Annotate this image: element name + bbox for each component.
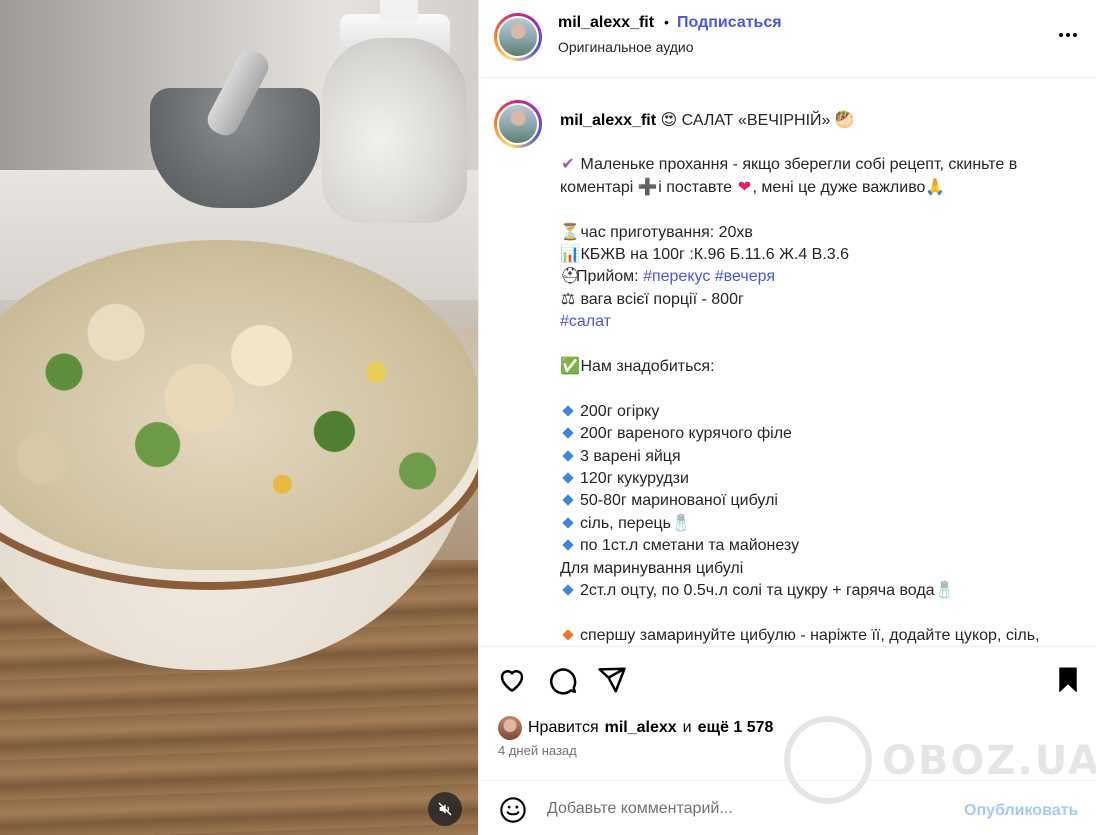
- audio-label[interactable]: Оригинальное аудио: [558, 39, 694, 55]
- caption-title: САЛАТ «ВЕЧІРНІЙ»: [681, 112, 831, 129]
- diamond-bullet-icon: [562, 449, 574, 462]
- caption-area: mil_alexx_fit 😍 САЛАТ «ВЕЧІРНІЙ» 🥙 ✔ Мал…: [479, 79, 1096, 645]
- wrap-emoji-icon: 🥙: [834, 112, 855, 129]
- photo-jar: [322, 38, 467, 223]
- hashtag-dinner[interactable]: #вечеря: [715, 268, 775, 285]
- likes-prefix: Нравится: [528, 719, 599, 736]
- likes-middle: и: [682, 719, 692, 736]
- action-bar: [479, 646, 1096, 710]
- ingredient-item: сіль, перець🧂: [560, 513, 1080, 535]
- chart-icon: 📊: [560, 246, 580, 264]
- post-photo[interactable]: [0, 0, 478, 835]
- heart-icon[interactable]: [497, 665, 527, 695]
- diamond-bullet-icon: [562, 472, 574, 484]
- hat-icon: ⛑: [560, 268, 581, 286]
- caption-text: mil_alexx_fit 😍 САЛАТ «ВЕЧІРНІЙ» 🥙 ✔ Мал…: [560, 110, 1080, 645]
- request-line-2c: , мені це дуже важливо: [752, 178, 926, 196]
- ingredient-item: 120г кукурудзи: [560, 468, 1080, 490]
- caption-username[interactable]: mil_alexx_fit: [560, 112, 656, 129]
- scale-icon: ⚖: [560, 290, 576, 308]
- photo-jar-top: [380, 0, 418, 20]
- likes-line: Нравится mil_alexx и ещё 1 578: [498, 716, 773, 740]
- comment-icon[interactable]: [548, 665, 578, 695]
- ingredient-item: по 1ст.л сметани та майонезу: [560, 535, 1080, 557]
- request-line-1: Маленьке прохання - якщо зберегли собі р…: [580, 156, 1018, 174]
- photo-salad: [0, 240, 478, 570]
- ingredient-item: 200г вареного курячого філе: [560, 423, 1080, 445]
- plus-icon: ➕: [637, 178, 658, 196]
- post-timestamp[interactable]: 4 дней назад: [498, 743, 577, 758]
- checkbox-icon: ✅: [560, 358, 580, 376]
- speaker-muted-icon: [438, 802, 452, 816]
- follow-button[interactable]: Подписаться: [677, 14, 782, 32]
- ingredient-item: 3 варені яйця: [560, 446, 1080, 468]
- orange-diamond-bullet-icon: [562, 629, 574, 641]
- request-line-2b: і поставте: [658, 178, 733, 196]
- heart-eyes-emoji-icon: 😍: [660, 112, 678, 129]
- bookmark-icon[interactable]: [1053, 665, 1083, 695]
- diamond-bullet-icon: [562, 494, 574, 507]
- author-username[interactable]: mil_alexx_fit: [558, 14, 654, 32]
- separator-dot: •: [664, 14, 669, 30]
- diamond-bullet-icon: [562, 539, 574, 551]
- hashtag-salad[interactable]: #салат: [560, 313, 611, 330]
- step-line: спершу замаринуйте цибулю - наріжте її, …: [580, 626, 1040, 644]
- ingredient-item: 50-80г маринованої цибулі: [560, 490, 1080, 512]
- liker-username[interactable]: mil_alexx: [605, 719, 677, 737]
- post-panel: mil_alexx_fit • Подписаться Оригинальное…: [478, 0, 1096, 835]
- post-header: mil_alexx_fit • Подписаться Оригинальное…: [479, 0, 1096, 78]
- ingredient-item: 200г огірку: [560, 401, 1080, 423]
- liker-avatar[interactable]: [498, 716, 522, 740]
- author-avatar[interactable]: [494, 13, 542, 61]
- mute-button[interactable]: [428, 792, 462, 826]
- salt-icon: 🧂: [934, 582, 955, 600]
- diamond-bullet-icon: [562, 517, 574, 529]
- diamond-bullet-icon: [562, 405, 574, 417]
- marinade-title: Для маринування цибулі: [560, 559, 744, 577]
- pray-icon: 🙏: [925, 178, 946, 196]
- hashtag-snack[interactable]: #перекус: [643, 268, 710, 285]
- meal-label: Прийом:: [576, 268, 644, 286]
- more-options-icon[interactable]: [1055, 22, 1081, 48]
- diamond-bullet-icon: [562, 427, 574, 439]
- emoji-smile-icon[interactable]: [499, 796, 527, 824]
- need-line: Нам знадобиться:: [580, 358, 715, 376]
- check-mark-icon: ✔: [561, 156, 575, 174]
- diamond-bullet-icon: [562, 584, 574, 596]
- publish-button[interactable]: Опубликовать: [964, 802, 1078, 820]
- comment-bar: Опубликовать: [479, 780, 1096, 835]
- request-line-2a: коментарі: [560, 178, 634, 196]
- likes-count[interactable]: ещё 1 578: [698, 719, 774, 737]
- hourglass-icon: ⏳: [560, 223, 580, 241]
- caption-avatar[interactable]: [494, 100, 542, 148]
- weight-line: вага всієї порції - 800г: [580, 290, 744, 308]
- comment-input[interactable]: [547, 793, 947, 825]
- heart-emoji-icon: ❤: [737, 178, 752, 196]
- kbzhv-line: КБЖВ на 100г :К.96 Б.11.6 Ж.4 В.3.6: [580, 246, 850, 264]
- salt-icon: 🧂: [670, 514, 691, 532]
- share-icon[interactable]: [597, 665, 627, 695]
- time-line: час приготування: 20хв: [580, 223, 753, 241]
- marinade-line: 2ст.л оцту, по 0.5ч.л солі та цукру + га…: [580, 582, 935, 600]
